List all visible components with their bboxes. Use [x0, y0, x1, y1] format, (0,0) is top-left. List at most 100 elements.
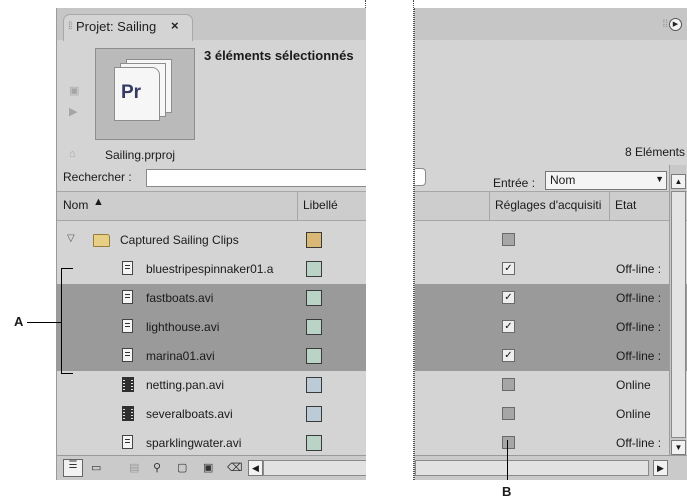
table-row[interactable]: severalboats.avi — [57, 400, 366, 429]
table-row[interactable]: netting.pan.avi — [57, 371, 366, 400]
folder-up-icon[interactable]: ⌂ — [69, 148, 76, 160]
callout-a-bracket-bottom — [61, 373, 73, 374]
video-clip-icon — [122, 377, 135, 393]
clip-name: bluestripespinnaker01.a — [146, 262, 274, 276]
scroll-up-button[interactable]: ▲ — [671, 174, 686, 189]
play-icon[interactable]: ▶ — [69, 105, 77, 118]
search-input[interactable] — [146, 169, 366, 187]
table-row[interactable]: ✓ Off-line : — [415, 342, 687, 371]
table-row[interactable]: Online — [415, 400, 687, 429]
bin-row[interactable]: ▽ Captured Sailing Clips — [57, 226, 366, 255]
label-color-swatch[interactable] — [306, 290, 322, 306]
offline-clip-icon — [122, 290, 135, 306]
bottom-toolbar-right: ▶ — [415, 455, 687, 480]
column-header-name[interactable]: Nom — [63, 198, 88, 212]
table-row[interactable]: ✓ Off-line : — [415, 284, 687, 313]
capture-settings-checkbox[interactable] — [502, 378, 515, 391]
premiere-project-icon: Pr — [114, 67, 160, 121]
table-row[interactable]: bluestripespinnaker01.a — [57, 255, 366, 284]
entry-select[interactable]: Nom ▼ — [545, 171, 667, 190]
item-count: 8 Eléments — [624, 145, 685, 159]
column-header-row: Nom ▲ Libellé — [57, 191, 366, 221]
scroll-right-button[interactable]: ▶ — [653, 460, 668, 476]
clip-name: sparklingwater.avi — [146, 436, 242, 450]
column-divider[interactable] — [609, 192, 610, 220]
label-color-swatch[interactable] — [306, 435, 322, 451]
label-color-swatch[interactable] — [306, 377, 322, 393]
table-row[interactable]: ✓ Off-line : — [415, 255, 687, 284]
binoculars-icon[interactable]: ⚲ — [153, 461, 161, 474]
video-clip-icon — [122, 406, 135, 422]
capture-settings-checkbox[interactable]: ✓ — [502, 349, 515, 362]
table-row[interactable]: marina01.avi — [57, 342, 366, 371]
sort-ascending-icon[interactable]: ▲ — [93, 196, 104, 208]
column-header-capture[interactable]: Réglages d'acquisiti — [495, 198, 601, 212]
grip-icon[interactable]: ⁞⁞ — [68, 21, 72, 32]
column-header-label[interactable]: Libellé — [303, 198, 338, 212]
premiere-logo-text: Pr — [121, 82, 142, 103]
clip-name: severalboats.avi — [146, 407, 233, 421]
table-row[interactable]: lighthouse.avi — [57, 313, 366, 342]
table-row[interactable] — [415, 226, 687, 255]
status-text: Off-line : — [616, 291, 662, 305]
bottom-toolbar: ☰ ▭ ▤ ⚲ ▢ ▣ ⌫ ◀ — [57, 455, 366, 480]
capture-settings-checkbox[interactable] — [502, 407, 515, 420]
new-bin-icon[interactable]: ▢ — [177, 461, 187, 474]
column-header-row-right: Réglages d'acquisiti Etat — [415, 191, 687, 221]
tab-title: Projet: Sailing — [76, 19, 157, 34]
disclosure-triangle-icon[interactable]: ▽ — [67, 233, 75, 244]
offline-clip-icon — [122, 348, 135, 364]
new-item-icon[interactable]: ▣ — [203, 461, 213, 474]
tab-bar: ⁞⁞ Projet: Sailing × — [57, 8, 366, 41]
icon-view-icon[interactable]: ▭ — [91, 461, 101, 474]
table-row[interactable]: Online — [415, 371, 687, 400]
table-row[interactable]: fastboats.avi — [57, 284, 366, 313]
status-text: Off-line : — [616, 262, 662, 276]
entry-select-value: Nom — [550, 173, 576, 187]
status-text: Off-line : — [616, 320, 662, 334]
column-header-status[interactable]: Etat — [615, 198, 636, 212]
tab-project[interactable]: ⁞⁞ Projet: Sailing × — [63, 14, 193, 41]
callout-a-leader — [27, 322, 61, 323]
clip-name: lighthouse.avi — [146, 320, 220, 334]
label-color-swatch[interactable] — [306, 406, 322, 422]
panel-menu-icon[interactable]: ▶ — [669, 18, 682, 31]
project-filename: Sailing.prproj — [105, 148, 176, 162]
scroll-left-button[interactable]: ◀ — [248, 460, 263, 476]
table-row[interactable]: Off-line : — [415, 429, 687, 458]
label-color-swatch[interactable] — [306, 348, 322, 364]
capture-settings-checkbox[interactable] — [502, 233, 515, 246]
table-row[interactable]: ✓ Off-line : — [415, 313, 687, 342]
horizontal-scrollbar[interactable] — [415, 460, 649, 476]
table-row[interactable]: sparklingwater.avi — [57, 429, 366, 458]
close-icon[interactable]: × — [171, 18, 179, 33]
column-divider[interactable] — [297, 192, 298, 220]
column-divider[interactable] — [489, 192, 490, 220]
list-view-icon[interactable]: ☰ — [63, 459, 83, 477]
selection-info: 3 éléments sélectionnés — [204, 48, 354, 63]
label-color-swatch[interactable] — [306, 232, 322, 248]
scroll-down-button[interactable]: ▼ — [671, 440, 686, 455]
vertical-scroll-thumb[interactable] — [671, 191, 686, 438]
callout-a-bracket — [61, 268, 62, 374]
label-color-swatch[interactable] — [306, 319, 322, 335]
capture-settings-checkbox[interactable]: ✓ — [502, 291, 515, 304]
label-color-swatch[interactable] — [306, 261, 322, 277]
horizontal-scrollbar[interactable] — [263, 460, 366, 476]
capture-settings-checkbox[interactable] — [502, 436, 515, 449]
project-panel-left: ⁞⁞ Projet: Sailing × ▣ ▶ Pr 3 éléments s… — [56, 8, 366, 480]
grip-icon[interactable]: ⁞⁞ — [662, 19, 668, 30]
automate-sequence-icon[interactable]: ▤ — [129, 461, 139, 474]
chevron-down-icon[interactable]: ▼ — [655, 174, 664, 184]
project-panel-right: ⁞⁞ ▶ 8 Eléments Entrée : Nom ▼ Réglages … — [414, 8, 687, 480]
status-text: Online — [616, 407, 651, 421]
vertical-scrollbar[interactable]: ▲ ▼ — [669, 165, 686, 455]
capture-settings-checkbox[interactable]: ✓ — [502, 262, 515, 275]
poster-frame-icon[interactable]: ▣ — [69, 84, 79, 97]
offline-clip-icon — [122, 319, 135, 335]
clip-name: netting.pan.avi — [146, 378, 225, 392]
status-text: Online — [616, 378, 651, 392]
search-input-end[interactable] — [415, 168, 426, 186]
trash-icon[interactable]: ⌫ — [227, 461, 243, 474]
capture-settings-checkbox[interactable]: ✓ — [502, 320, 515, 333]
